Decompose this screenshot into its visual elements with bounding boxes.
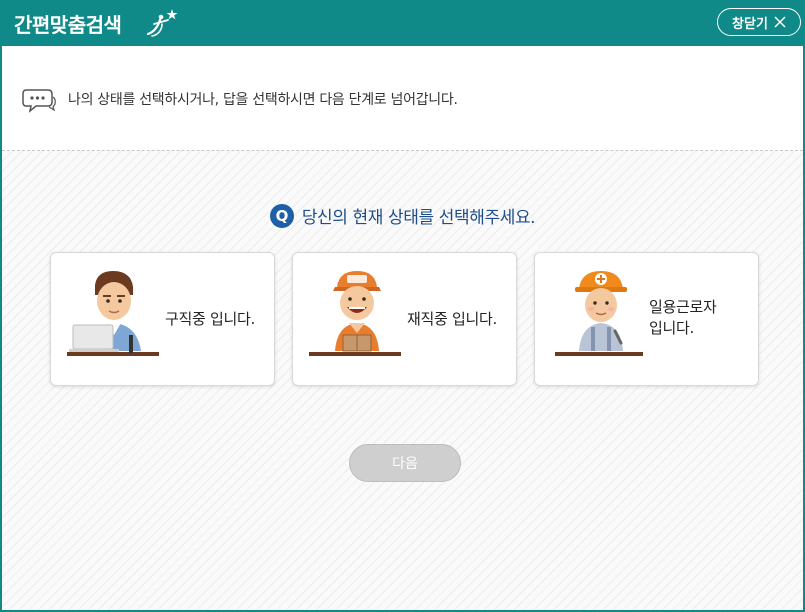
selection-area: Q 당신의 현재 상태를 선택해주세요. 구직중 입니다. 재직중 입니다. 일… — [2, 151, 803, 610]
option-day-laborer-label: 일용근로자 입니다. — [649, 297, 717, 339]
close-window-label: 창닫기 — [732, 16, 768, 32]
close-icon — [774, 16, 786, 28]
option-job-seeker-label: 구직중 입니다. — [165, 310, 255, 328]
instruction-text: 나의 상태를 선택하시거나, 답을 선택하시면 다음 단계로 넘어갑니다. — [68, 92, 458, 108]
option-day-laborer-label-line2: 입니다. — [649, 319, 694, 337]
question-text: 당신의 현재 상태를 선택해주세요. — [301, 208, 536, 228]
option-employed[interactable]: 재직중 입니다. — [292, 252, 517, 386]
close-window-button[interactable]: 창닫기 — [717, 8, 801, 36]
speech-bubble-icon — [22, 89, 56, 113]
instruction-panel: 나의 상태를 선택하시거나, 답을 선택하시면 다음 단계로 넘어갑니다. — [2, 46, 803, 151]
employed-worker-icon — [309, 271, 401, 356]
q-badge: Q — [269, 203, 294, 228]
option-day-laborer-label-line1: 일용근로자 — [649, 298, 717, 316]
star-person-logo-icon — [146, 9, 178, 37]
job-seeker-icon — [67, 271, 159, 356]
next-button[interactable]: 다음 — [349, 444, 461, 482]
day-laborer-icon — [555, 271, 643, 356]
window-title: 간편맞춤검색 — [14, 13, 122, 37]
question-heading: Q 당신의 현재 상태를 선택해주세요. — [2, 203, 803, 228]
option-day-laborer[interactable]: 일용근로자 입니다. — [534, 252, 759, 386]
option-employed-label: 재직중 입니다. — [407, 310, 497, 328]
title-bar: 간편맞춤검색 창닫기 — [0, 0, 805, 46]
option-job-seeker[interactable]: 구직중 입니다. — [50, 252, 275, 386]
